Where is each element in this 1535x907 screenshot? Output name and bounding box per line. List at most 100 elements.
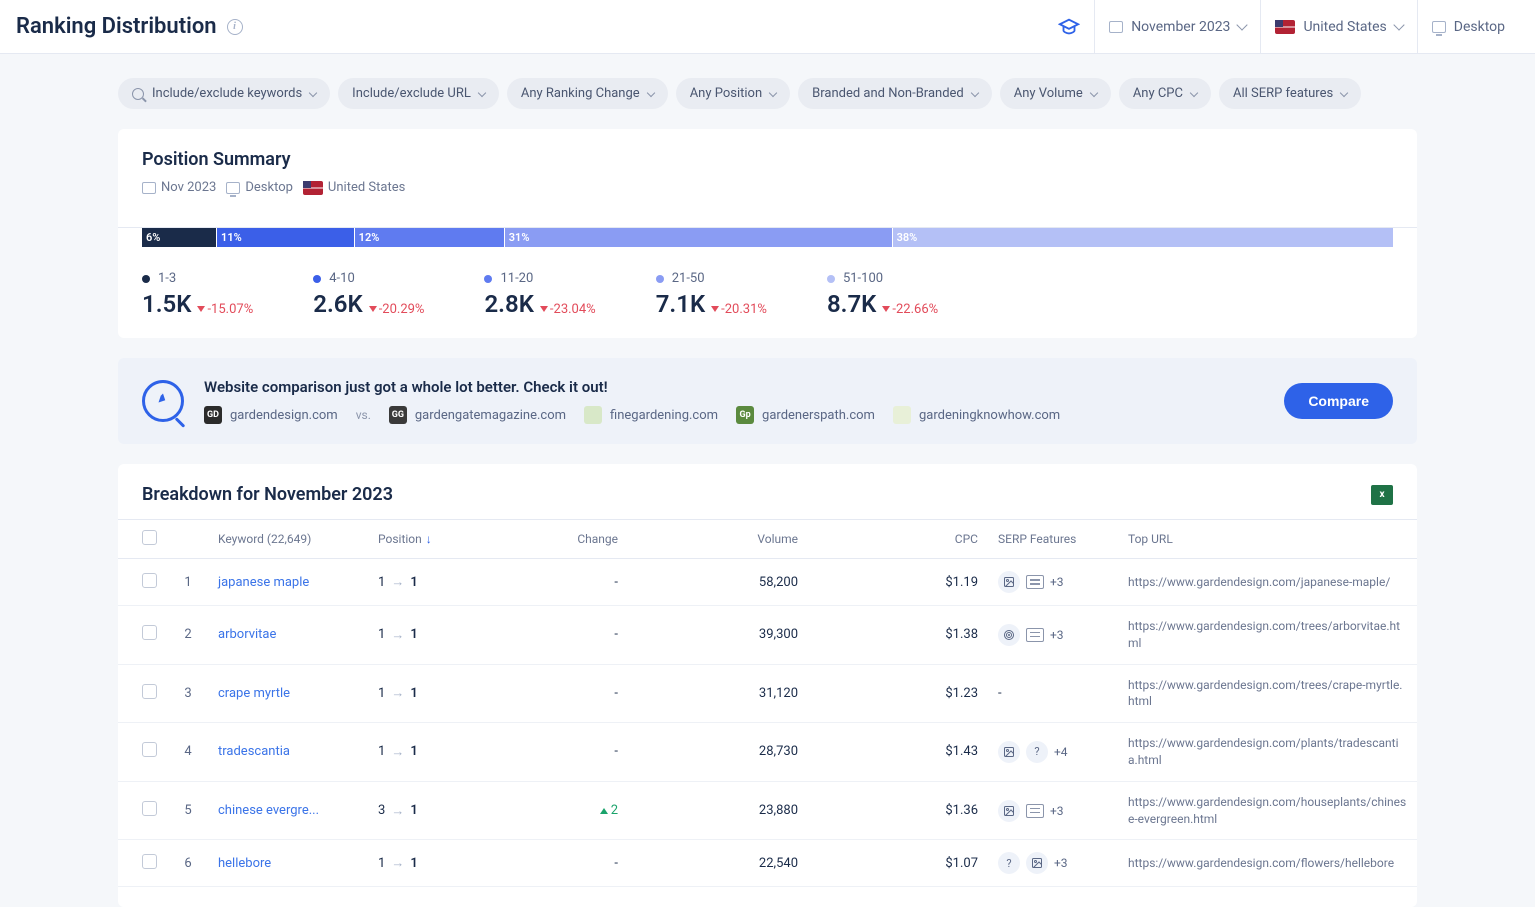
legend-item[interactable]: 1-3 1.5K-15.07%	[142, 271, 253, 318]
keyword-link[interactable]: tradescantia	[218, 744, 290, 759]
breakdown-card: Breakdown for November 2023 x Keyword (2…	[118, 464, 1417, 907]
legend-range: 21-50	[672, 271, 705, 286]
change-cell: 2	[458, 781, 628, 840]
legend-value: 7.1K	[656, 290, 705, 318]
legend-item[interactable]: 4-10 2.6K-20.29%	[313, 271, 424, 318]
serp-more: +3	[1054, 856, 1068, 870]
chevron-down-icon	[971, 88, 979, 96]
serp-cell: ? +3	[998, 852, 1108, 874]
row-number: 1	[168, 559, 208, 606]
top-url[interactable]: https://www.gardendesign.com/plants/trad…	[1128, 736, 1399, 767]
chevron-down-icon	[1090, 88, 1098, 96]
comparison-banner: Website comparison just got a whole lot …	[118, 358, 1417, 444]
arrow-down-icon	[540, 306, 548, 312]
book-serp-icon	[1026, 804, 1044, 818]
legend-value: 2.8K	[484, 290, 533, 318]
legend-dot-icon	[656, 275, 664, 283]
distribution-segment[interactable]: 38%	[893, 228, 1393, 247]
distribution-segment[interactable]: 6%	[142, 228, 217, 247]
top-url[interactable]: https://www.gardendesign.com/japanese-ma…	[1128, 575, 1390, 589]
row-checkbox[interactable]	[142, 801, 157, 816]
academy-icon[interactable]	[1044, 16, 1094, 38]
column-change[interactable]: Change	[458, 520, 628, 559]
cpc-cell: $1.23	[808, 664, 988, 723]
serp-cell: +3	[998, 800, 1108, 822]
export-excel-icon[interactable]: x	[1371, 485, 1393, 505]
serp-more: +3	[1050, 804, 1064, 818]
change-cell: -	[458, 606, 628, 665]
legend-item[interactable]: 51-100 8.7K-22.66%	[827, 271, 938, 318]
site-domain: gardeningknowhow.com	[919, 408, 1060, 423]
compare-button[interactable]: Compare	[1284, 383, 1393, 419]
favicon: GG	[389, 406, 407, 424]
page-title-text: Ranking Distribution	[16, 14, 217, 39]
table-row: 6 hellebore 1 → 1 - 22,540 $1.07 ? +3 ht…	[118, 840, 1417, 887]
top-url[interactable]: https://www.gardendesign.com/flowers/hel…	[1128, 856, 1394, 870]
chevron-down-icon	[1340, 88, 1348, 96]
date-label: November 2023	[1131, 19, 1230, 35]
image-serp-icon	[998, 571, 1020, 593]
info-icon[interactable]: i	[227, 19, 243, 35]
filter-pill[interactable]: All SERP features	[1219, 78, 1361, 109]
change-cell: -	[458, 840, 628, 887]
table-row: 3 crape myrtle 1 → 1 - 31,120 $1.23 - ht…	[118, 664, 1417, 723]
row-number: 5	[168, 781, 208, 840]
filter-pill[interactable]: Any Volume	[1000, 78, 1111, 109]
filter-pill[interactable]: Branded and Non-Branded	[798, 78, 992, 109]
position-cell: 1 → 1	[378, 574, 448, 590]
keyword-link[interactable]: chinese evergre...	[218, 803, 319, 818]
favicon	[893, 406, 911, 424]
filter-pill[interactable]: Include/exclude URL	[338, 78, 499, 109]
chevron-down-icon	[478, 88, 486, 96]
column-serp[interactable]: SERP Features	[988, 520, 1118, 559]
distribution-segment[interactable]: 11%	[217, 228, 355, 247]
legend-item[interactable]: 11-20 2.8K-23.04%	[484, 271, 595, 318]
site-domain: gardenerspath.com	[762, 408, 875, 423]
column-position[interactable]: Position↓	[368, 520, 458, 559]
row-number: 6	[168, 840, 208, 887]
column-url[interactable]: Top URL	[1118, 520, 1417, 559]
column-keyword[interactable]: Keyword (22,649)	[208, 520, 368, 559]
chevron-down-icon	[1190, 88, 1198, 96]
filter-pill[interactable]: Include/exclude keywords	[118, 78, 330, 109]
summary-meta: Nov 2023 Desktop United States	[142, 180, 1393, 195]
filter-label: Include/exclude URL	[352, 86, 471, 101]
row-checkbox[interactable]	[142, 742, 157, 757]
breakdown-table: Keyword (22,649) Position↓ Change Volume…	[118, 519, 1417, 887]
select-all-checkbox[interactable]	[142, 530, 157, 545]
legend-range: 4-10	[329, 271, 355, 286]
flag-icon	[1275, 20, 1295, 34]
distribution-segment[interactable]: 12%	[355, 228, 505, 247]
row-number: 2	[168, 606, 208, 665]
country-selector[interactable]: United States	[1261, 19, 1416, 35]
filter-pill[interactable]: Any Ranking Change	[507, 78, 668, 109]
calendar-icon	[142, 182, 156, 194]
volume-cell: 39,300	[628, 606, 808, 665]
keyword-link[interactable]: hellebore	[218, 856, 271, 871]
cpc-cell: $1.07	[808, 840, 988, 887]
volume-cell: 23,880	[628, 781, 808, 840]
legend-range: 11-20	[500, 271, 533, 286]
column-volume[interactable]: Volume	[628, 520, 808, 559]
keyword-link[interactable]: arborvitae	[218, 627, 276, 642]
filter-pill[interactable]: Any CPC	[1119, 78, 1211, 109]
keyword-link[interactable]: crape myrtle	[218, 686, 290, 701]
change-cell: -	[458, 664, 628, 723]
legend-item[interactable]: 21-50 7.1K-20.31%	[656, 271, 767, 318]
filter-label: All SERP features	[1233, 86, 1333, 101]
top-url[interactable]: https://www.gardendesign.com/trees/crape…	[1128, 678, 1402, 709]
distribution-segment[interactable]: 31%	[505, 228, 893, 247]
top-url[interactable]: https://www.gardendesign.com/trees/arbor…	[1128, 619, 1400, 650]
column-cpc[interactable]: CPC	[808, 520, 988, 559]
row-checkbox[interactable]	[142, 854, 157, 869]
keyword-link[interactable]: japanese maple	[218, 575, 309, 590]
date-selector[interactable]: November 2023	[1095, 19, 1260, 35]
position-cell: 1 → 1	[378, 685, 448, 701]
chevron-down-icon	[646, 88, 654, 96]
row-checkbox[interactable]	[142, 684, 157, 699]
filter-pill[interactable]: Any Position	[676, 78, 790, 109]
filter-label: Any Ranking Change	[521, 86, 640, 101]
row-checkbox[interactable]	[142, 625, 157, 640]
row-checkbox[interactable]	[142, 573, 157, 588]
device-selector[interactable]: Desktop	[1418, 19, 1519, 35]
